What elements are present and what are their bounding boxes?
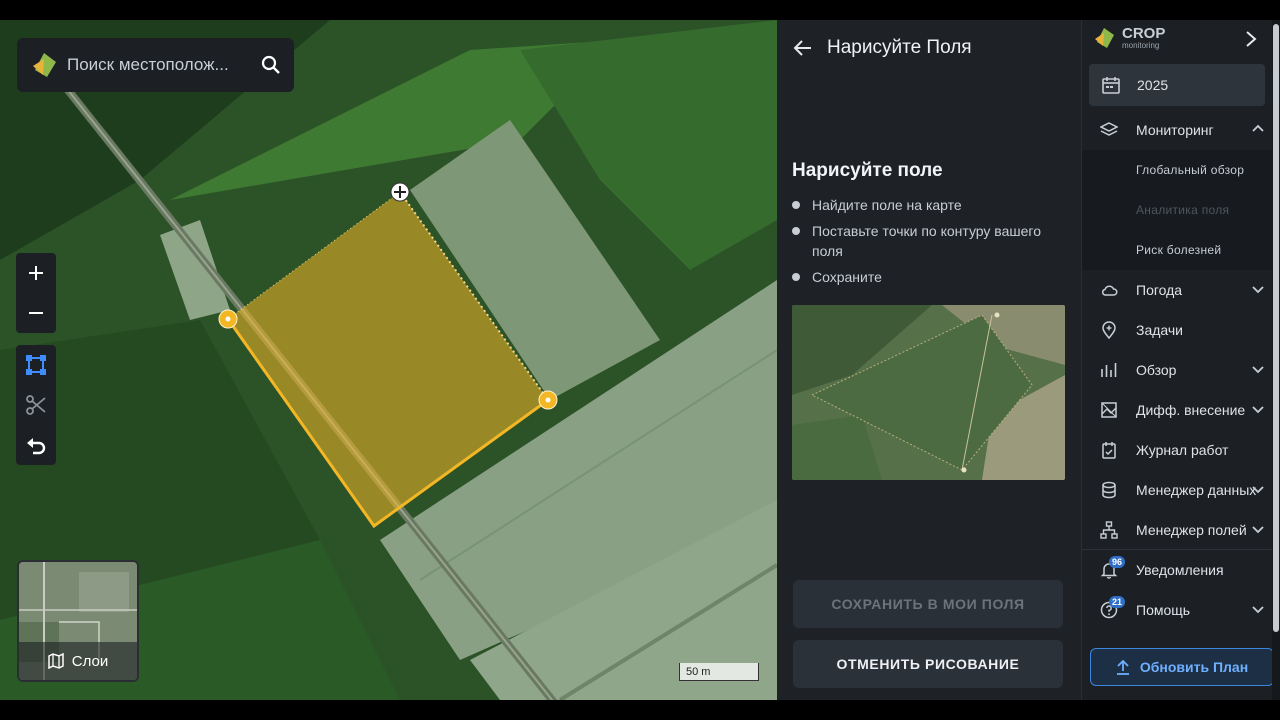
search-input[interactable]: Поиск местополож... (67, 55, 252, 75)
zoom-out-button[interactable] (16, 293, 56, 333)
main-sidebar: CROP monitoring 2025 Мониторинг Глобальн… (1081, 20, 1274, 700)
search-icon[interactable] (260, 54, 282, 76)
nav-global-overview[interactable]: Глобальный обзор (1082, 150, 1273, 190)
scrollbar-thumb[interactable] (1273, 24, 1279, 632)
brand-text: CROP monitoring (1122, 26, 1165, 50)
hierarchy-icon (1100, 521, 1118, 539)
nav-label: Дифф. внесение (1136, 402, 1246, 418)
help-badge: 21 (1109, 596, 1126, 608)
instruction-steps: Найдите поле на карте Поставьте точки по… (792, 195, 1072, 293)
nav-weather[interactable]: Погода (1082, 270, 1273, 310)
polygon-draw-icon (26, 355, 46, 375)
polygon-tool-button[interactable] (16, 345, 56, 385)
chevron-up-icon (1252, 124, 1264, 132)
nav-label: Задачи (1136, 322, 1184, 338)
zoom-in-button[interactable] (16, 253, 56, 293)
calendar-icon (1102, 77, 1120, 94)
location-search[interactable]: Поиск местополож... (17, 38, 294, 92)
brand-subtitle: monitoring (1122, 41, 1160, 50)
nav-field-analytics: Аналитика поля (1082, 190, 1273, 230)
nav-label: Помощь (1136, 602, 1191, 618)
layers-label-row: Слои (19, 642, 137, 680)
chevron-down-icon (1252, 486, 1264, 494)
nav-monitoring[interactable]: Мониторинг (1082, 110, 1273, 150)
nav-help[interactable]: 21 Помощь (1082, 590, 1273, 630)
draw-field-panel: Нарисуйте Поля Нарисуйте поле Найдите по… (777, 20, 1081, 700)
upgrade-plan-button[interactable]: Обновить План (1090, 648, 1274, 686)
nav-label: Мониторинг (1136, 122, 1214, 138)
panel-header: Нарисуйте Поля (777, 20, 1081, 76)
nav-label: Погода (1136, 282, 1183, 298)
minus-icon (29, 312, 43, 314)
chevron-down-icon (1252, 606, 1264, 614)
image-map-icon (1101, 402, 1117, 418)
chevron-right-icon[interactable] (1244, 30, 1258, 48)
instruction-step: Поставьте точки по контуру вашего поля (792, 221, 1072, 261)
vertex-handle (218, 309, 238, 329)
panel-title: Нарисуйте Поля (827, 37, 972, 58)
layers-label: Слои (71, 652, 109, 670)
instruction-preview-image (792, 305, 1065, 480)
notifications-badge: 96 (1109, 556, 1126, 568)
nav-notifications[interactable]: 96 Уведомления (1082, 550, 1273, 590)
map-icon (48, 653, 64, 669)
chevron-down-icon (1252, 406, 1264, 414)
nav-work-log[interactable]: Журнал работ (1082, 430, 1273, 470)
year-selector[interactable]: 2025 (1089, 64, 1265, 106)
instruction-step: Сохраните (792, 267, 1072, 287)
instructions-heading: Нарисуйте поле (792, 160, 943, 181)
nav-label: Обзор (1136, 362, 1177, 378)
back-arrow-icon[interactable] (793, 38, 813, 58)
scissors-icon (26, 395, 46, 415)
brand-logo[interactable]: CROP monitoring (1092, 26, 1165, 50)
map-canvas[interactable]: Поиск местополож... Слои 50 m (0, 20, 777, 700)
year-value: 2025 (1137, 77, 1169, 93)
sidebar-scrollbar[interactable] (1272, 20, 1280, 700)
scale-bar: 50 m (679, 663, 759, 681)
nav-tasks[interactable]: Задачи (1082, 310, 1273, 350)
bar-chart-icon (1101, 363, 1117, 377)
nav-label: Менеджер полей (1136, 522, 1247, 538)
chevron-down-icon (1252, 366, 1264, 374)
vertex-handle (538, 390, 558, 410)
save-to-my-fields-button[interactable]: СОХРАНИТЬ В МОИ ПОЛЯ (793, 580, 1063, 628)
layers-button[interactable]: Слои (17, 560, 139, 682)
undo-icon (27, 438, 46, 455)
location-pin-icon (1102, 321, 1116, 339)
nav-diff-application[interactable]: Дифф. внесение (1082, 390, 1273, 430)
nav-disease-risk[interactable]: Риск болезней (1082, 230, 1273, 270)
crop-logo-icon (1095, 28, 1114, 48)
chevron-down-icon (1252, 526, 1264, 534)
checklist-icon (1102, 442, 1116, 459)
upload-arrow-icon (1116, 659, 1129, 675)
crop-logo-icon (33, 53, 56, 77)
nav-label: Уведомления (1136, 562, 1224, 578)
database-icon (1102, 481, 1116, 499)
add-point-cursor-icon (390, 182, 410, 202)
nav-overview[interactable]: Обзор (1082, 350, 1273, 390)
plus-icon (29, 266, 43, 280)
brand-name: CROP (1122, 25, 1166, 42)
cancel-drawing-button[interactable]: ОТМЕНИТЬ РИСОВАНИЕ (793, 640, 1063, 688)
nav-field-manager[interactable]: Менеджер полей (1082, 510, 1273, 550)
undo-button[interactable] (16, 425, 56, 465)
draw-tools (16, 345, 56, 465)
instruction-step: Найдите поле на карте (792, 195, 1072, 215)
zoom-controls (16, 253, 56, 333)
upgrade-plan-label: Обновить План (1139, 659, 1249, 675)
nav-data-manager[interactable]: Менеджер данных (1082, 470, 1273, 510)
nav-label: Журнал работ (1136, 442, 1229, 458)
nav-label: Менеджер данных (1136, 482, 1257, 498)
cloud-icon (1101, 285, 1118, 296)
chevron-down-icon (1252, 286, 1264, 294)
layers-icon (1100, 122, 1118, 136)
cut-tool-button[interactable] (16, 385, 56, 425)
